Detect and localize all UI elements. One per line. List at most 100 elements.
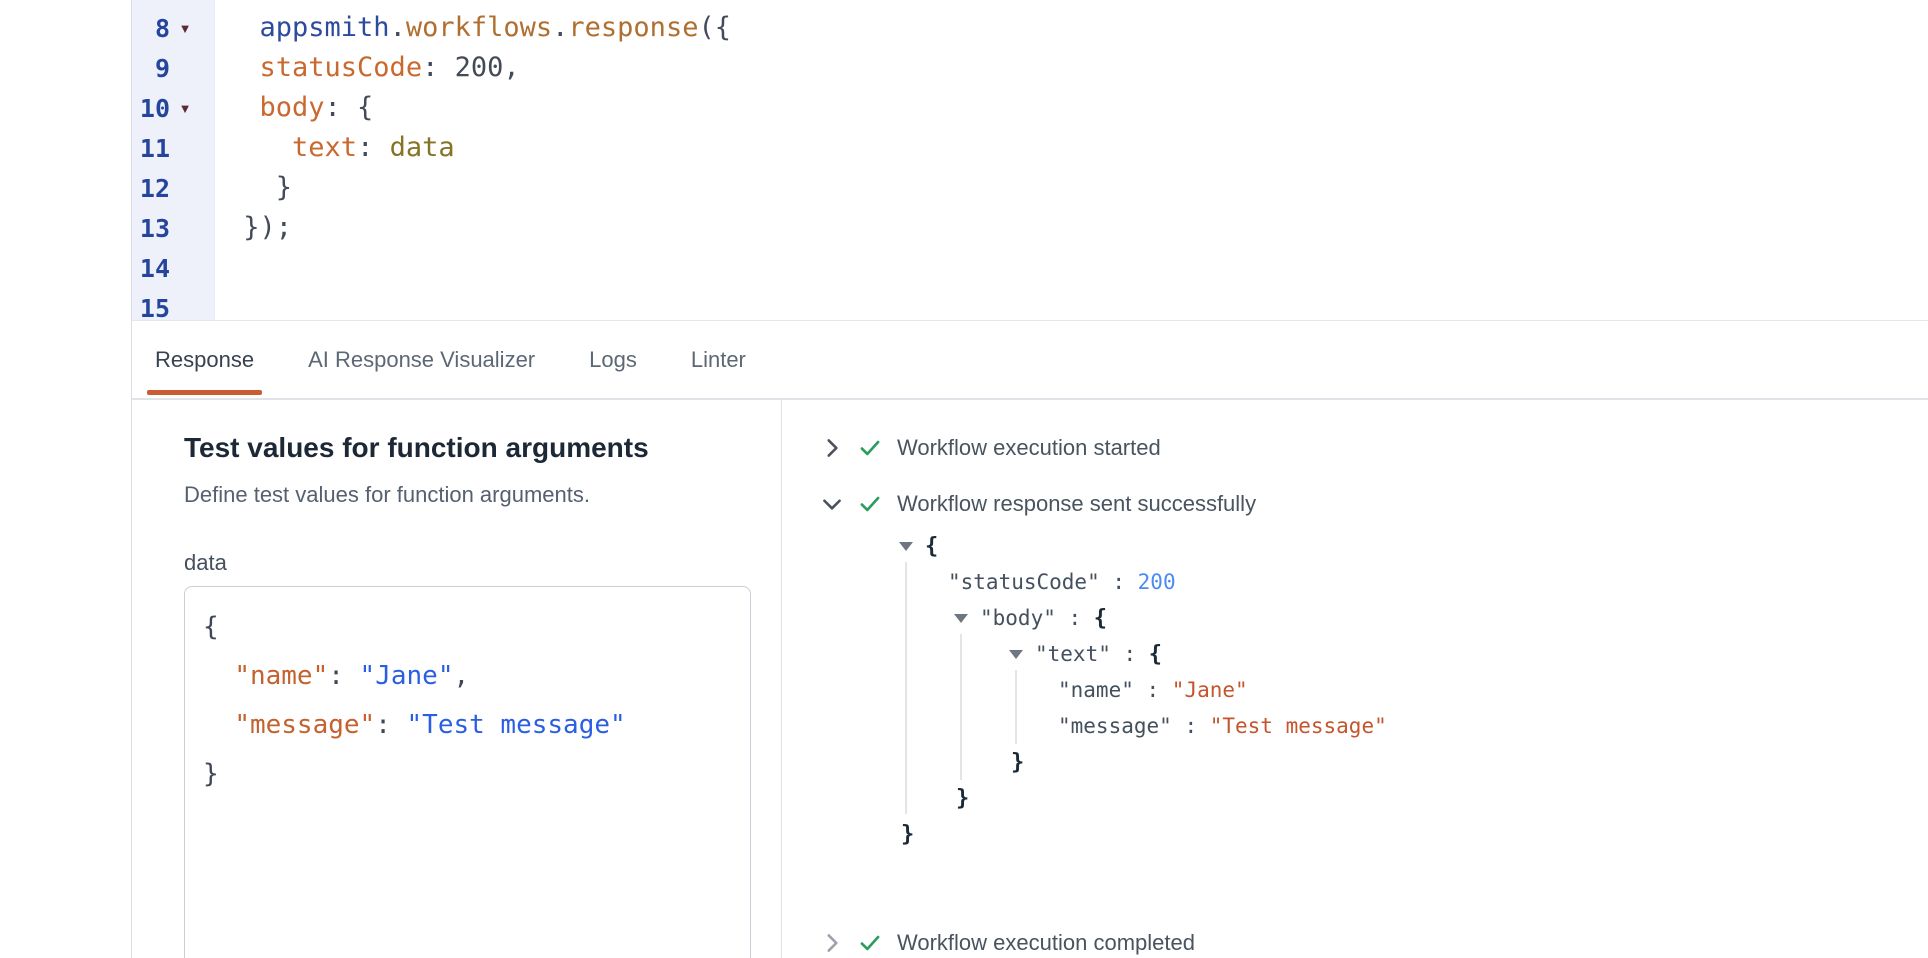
code-token: response bbox=[568, 12, 698, 43]
code-token bbox=[227, 212, 243, 243]
code-token: statusCode bbox=[260, 52, 423, 83]
test-values-panel: Test values for function arguments Defin… bbox=[132, 400, 782, 958]
line-number: 14 bbox=[140, 254, 170, 283]
panel-title: Test values for function arguments bbox=[184, 430, 751, 466]
gutter-line: 15 bbox=[132, 288, 214, 320]
line-number: 9 bbox=[155, 54, 170, 83]
code-token: , bbox=[453, 661, 469, 691]
success-check-icon bbox=[857, 491, 883, 517]
log-row-execution-started[interactable]: Workflow execution started bbox=[819, 430, 1928, 466]
line-number: 8 bbox=[155, 14, 170, 43]
code-token: : { bbox=[325, 92, 374, 123]
spacer bbox=[819, 852, 1928, 925]
json-input-line[interactable]: { bbox=[203, 603, 750, 652]
code-line[interactable]: }); bbox=[227, 208, 1928, 248]
tree-row: } bbox=[819, 744, 1928, 780]
code-token bbox=[227, 52, 260, 83]
response-json-tree: {"statusCode" : 200"body" : {"text" : {"… bbox=[819, 528, 1928, 852]
tree-row: { bbox=[819, 528, 1928, 564]
code-token: workflows bbox=[406, 12, 552, 43]
log-row-label: Workflow execution started bbox=[897, 435, 1161, 461]
execution-log-panel: Workflow execution started Workflow resp… bbox=[782, 400, 1928, 958]
code-token: ({ bbox=[698, 12, 731, 43]
json-input-line[interactable]: "message": "Test message" bbox=[203, 701, 750, 750]
json-input-line[interactable]: } bbox=[203, 750, 750, 799]
code-token: "Test message" bbox=[1210, 714, 1387, 738]
code-line[interactable]: body: { bbox=[227, 88, 1928, 128]
chevron-right-icon[interactable] bbox=[819, 930, 845, 956]
code-token bbox=[227, 172, 276, 203]
code-token: }); bbox=[243, 212, 292, 243]
tree-row: } bbox=[819, 780, 1928, 816]
code-token: "Jane" bbox=[360, 661, 454, 691]
data-field-label: data bbox=[184, 548, 751, 578]
editor-code-area[interactable]: appsmith.workflows.response({ statusCode… bbox=[215, 0, 1928, 320]
code-token: "text" bbox=[1035, 642, 1111, 666]
tree-guide-line bbox=[960, 634, 962, 780]
code-token: . bbox=[552, 12, 568, 43]
code-token: { bbox=[1094, 606, 1107, 631]
code-token: } bbox=[203, 759, 219, 789]
code-token bbox=[227, 12, 260, 43]
log-row-execution-completed[interactable]: Workflow execution completed bbox=[819, 925, 1928, 958]
code-token: "body" bbox=[980, 606, 1056, 630]
code-line[interactable]: text: data bbox=[227, 128, 1928, 168]
bottom-panels: Test values for function arguments Defin… bbox=[132, 400, 1928, 958]
workflow-ide: 8▼910▼1112131415 appsmith.workflows.resp… bbox=[0, 0, 1928, 958]
chevron-right-icon[interactable] bbox=[819, 435, 845, 461]
code-token: } bbox=[956, 786, 969, 811]
log-row-label: Workflow response sent successfully bbox=[897, 491, 1256, 517]
code-line[interactable] bbox=[227, 288, 1928, 320]
code-editor: 8▼910▼1112131415 appsmith.workflows.resp… bbox=[132, 0, 1928, 320]
tab-linter[interactable]: Linter bbox=[685, 321, 752, 398]
code-token: : bbox=[375, 710, 406, 740]
code-token: : bbox=[1172, 714, 1210, 738]
code-token bbox=[227, 132, 292, 163]
code-token: : bbox=[357, 132, 373, 163]
main-content: 8▼910▼1112131415 appsmith.workflows.resp… bbox=[131, 0, 1928, 958]
left-whitespace bbox=[0, 0, 131, 958]
tab-response[interactable]: Response bbox=[149, 321, 260, 398]
bottom-panel-tabbar: Response AI Response Visualizer Logs Linter bbox=[132, 320, 1928, 400]
code-token: : bbox=[1111, 642, 1149, 666]
tree-collapse-icon[interactable] bbox=[954, 614, 968, 623]
editor-gutter: 8▼910▼1112131415 bbox=[132, 0, 215, 320]
tree-guide-line bbox=[1015, 670, 1017, 744]
code-line[interactable]: statusCode: 200, bbox=[227, 48, 1928, 88]
code-token: : bbox=[328, 661, 359, 691]
code-token: text bbox=[292, 132, 357, 163]
success-check-icon bbox=[857, 930, 883, 956]
code-token: { bbox=[203, 612, 219, 642]
code-token bbox=[203, 710, 234, 740]
tree-row: "name" : "Jane" bbox=[819, 672, 1928, 708]
tree-guide-line bbox=[905, 562, 907, 814]
code-token: body bbox=[260, 92, 325, 123]
code-token: } bbox=[276, 172, 292, 203]
code-token: "Test message" bbox=[407, 710, 626, 740]
tab-ai-response-visualizer[interactable]: AI Response Visualizer bbox=[302, 321, 541, 398]
code-token: : bbox=[1100, 570, 1138, 594]
chevron-down-icon[interactable] bbox=[819, 491, 845, 517]
gutter-line: 9 bbox=[132, 48, 214, 88]
gutter-line: 10▼ bbox=[132, 88, 214, 128]
tab-logs[interactable]: Logs bbox=[583, 321, 643, 398]
data-field-input[interactable]: { "name": "Jane", "message": "Test messa… bbox=[184, 586, 751, 958]
code-line[interactable]: } bbox=[227, 168, 1928, 208]
line-number: 12 bbox=[140, 174, 170, 203]
code-line[interactable]: appsmith.workflows.response({ bbox=[227, 8, 1928, 48]
gutter-line: 14 bbox=[132, 248, 214, 288]
line-number: 11 bbox=[140, 134, 170, 163]
code-token: . bbox=[390, 12, 406, 43]
code-token: : bbox=[1134, 678, 1172, 702]
code-token: : bbox=[422, 52, 438, 83]
json-input-line[interactable]: "name": "Jane", bbox=[203, 652, 750, 701]
tree-collapse-icon[interactable] bbox=[899, 542, 913, 551]
fold-toggle-icon[interactable]: ▼ bbox=[170, 22, 200, 35]
code-line[interactable] bbox=[227, 248, 1928, 288]
code-token: "message" bbox=[1058, 714, 1172, 738]
tree-collapse-icon[interactable] bbox=[1009, 650, 1023, 659]
log-row-response-sent[interactable]: Workflow response sent successfully bbox=[819, 486, 1928, 522]
code-token: { bbox=[1149, 642, 1162, 667]
fold-toggle-icon[interactable]: ▼ bbox=[170, 102, 200, 115]
line-number: 13 bbox=[140, 214, 170, 243]
